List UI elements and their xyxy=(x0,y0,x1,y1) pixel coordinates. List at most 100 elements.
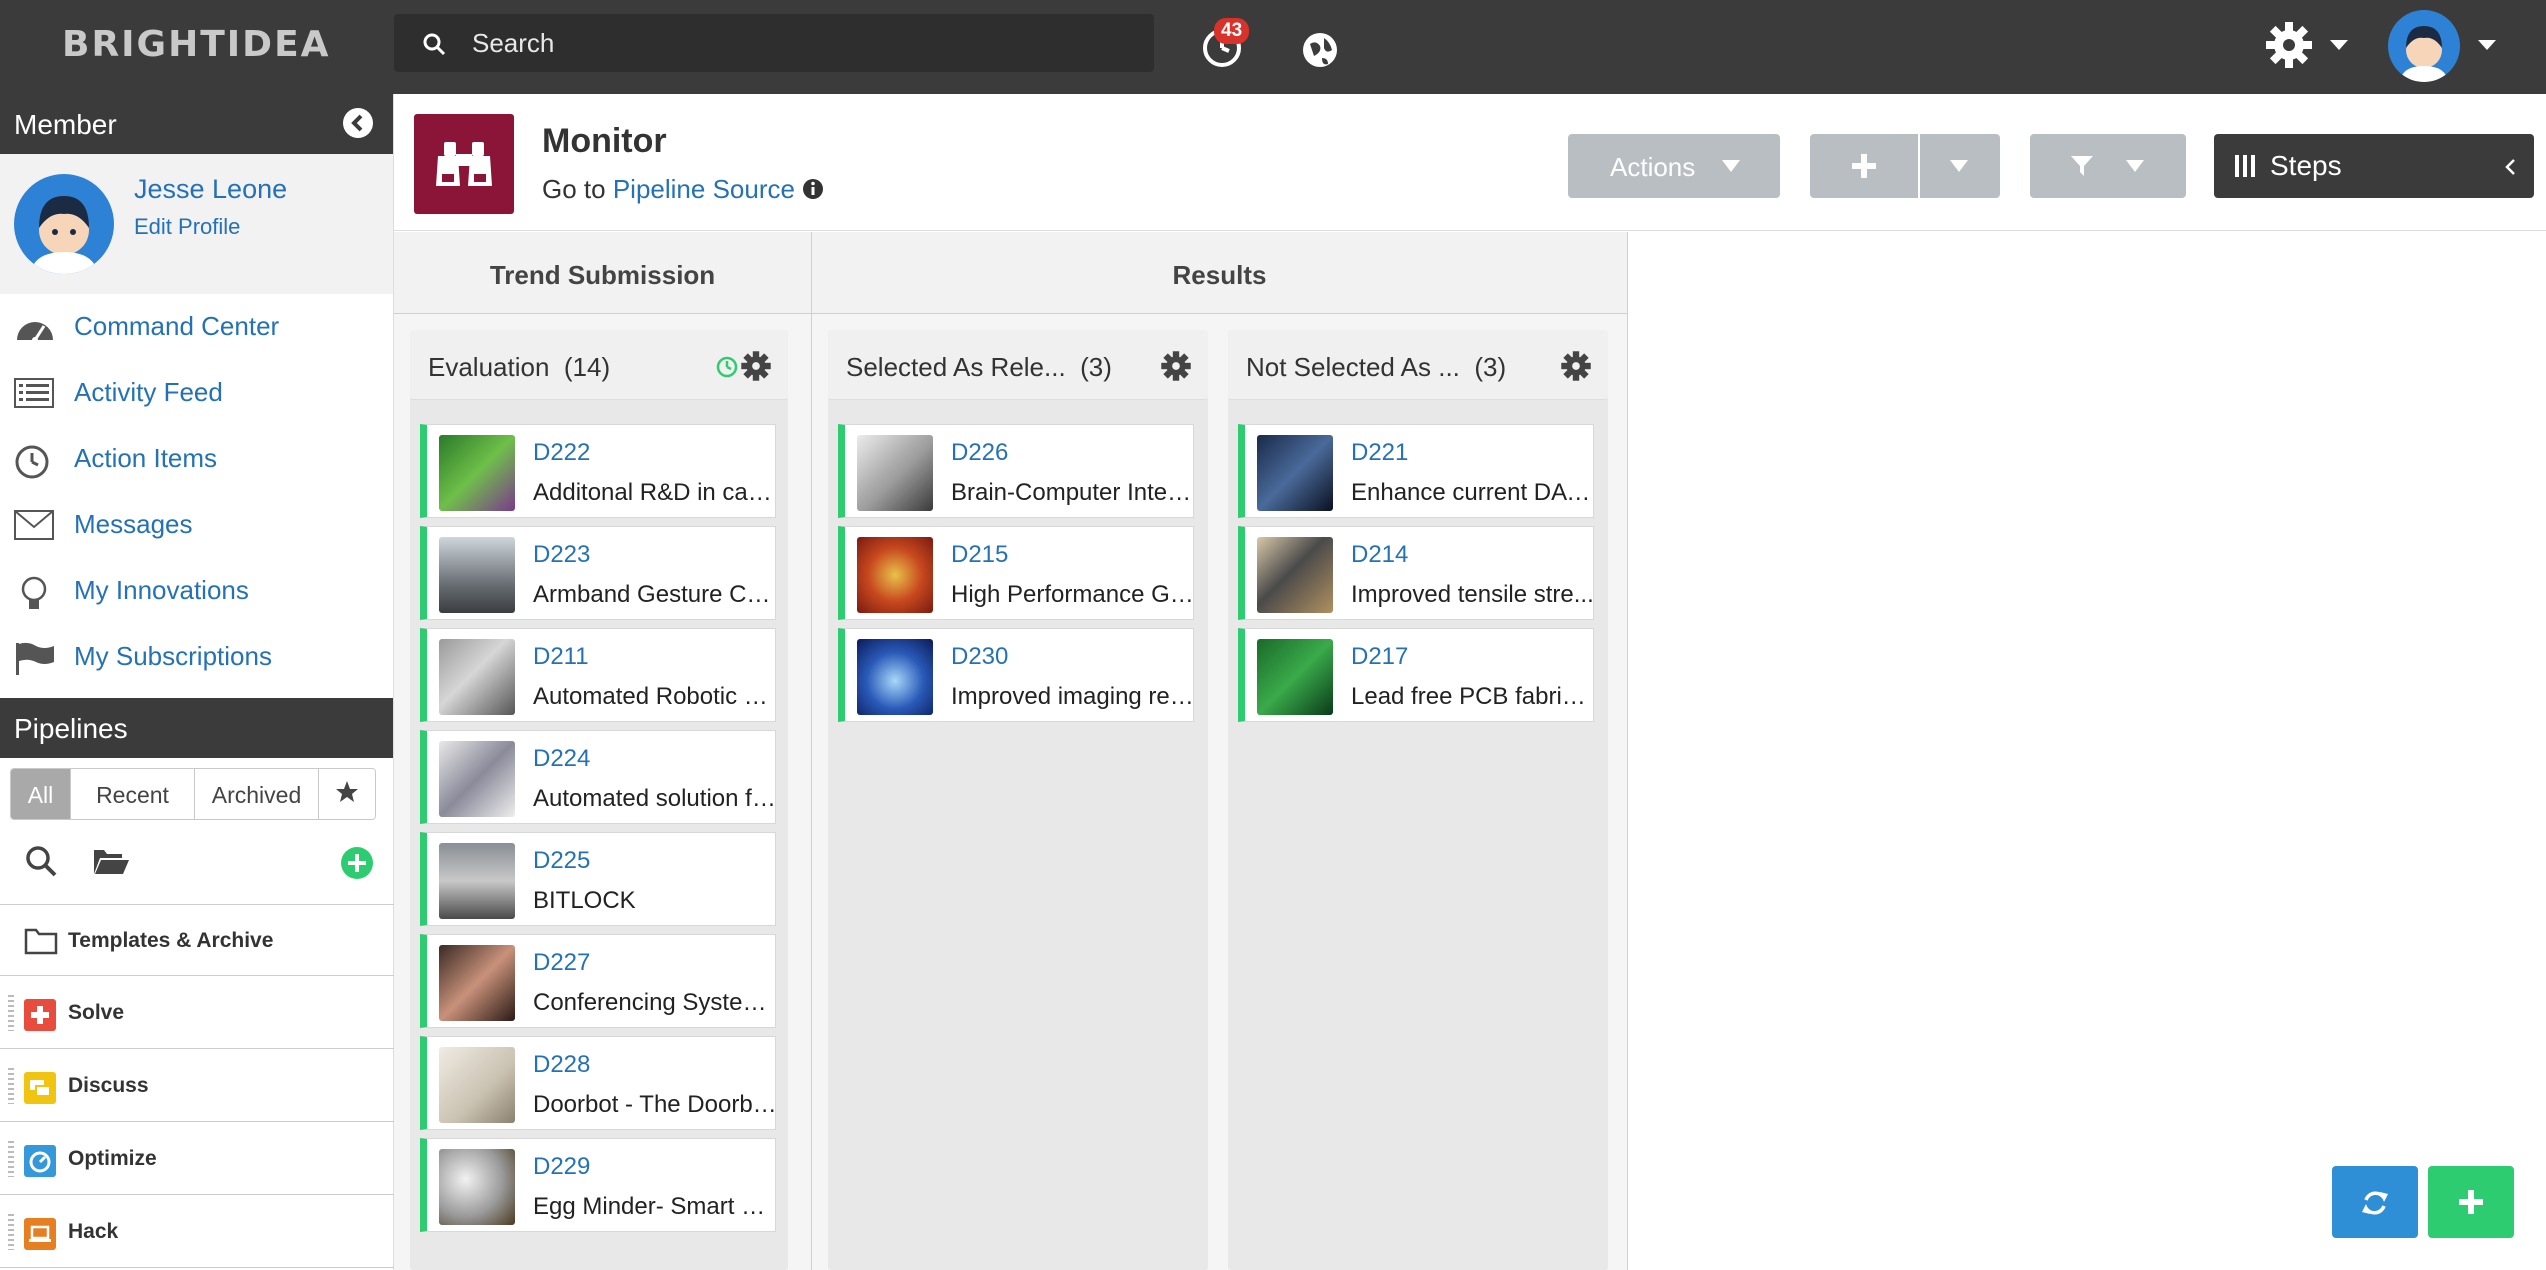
idea-thumbnail xyxy=(439,741,515,817)
sidebar-item-label: Command Center xyxy=(74,311,280,341)
filter-button[interactable] xyxy=(2030,134,2186,198)
pipeline-source-link[interactable]: Pipeline Source xyxy=(613,174,795,204)
sidebar-item-label: Action Items xyxy=(74,443,218,473)
pipeline-tools xyxy=(0,830,394,900)
info-icon[interactable] xyxy=(802,178,824,200)
idea-thumbnail xyxy=(439,537,515,613)
sidebar-item-action-items[interactable]: Action Items xyxy=(0,426,393,492)
idea-card[interactable]: D227 Conferencing System ... xyxy=(420,934,777,1028)
idea-id-link[interactable]: D221 xyxy=(1351,439,1408,467)
top-bar: BRIGHTIDEA 43 xyxy=(0,0,2546,94)
collapse-sidebar-icon[interactable] xyxy=(343,108,373,138)
templates-archive-row[interactable]: Templates & Archive xyxy=(0,904,394,976)
filter-tab-all[interactable]: All xyxy=(11,769,71,819)
drag-handle[interactable] xyxy=(8,995,14,1031)
add-dropdown-button[interactable] xyxy=(1920,134,2000,198)
idea-id-link[interactable]: D227 xyxy=(533,949,590,977)
idea-id-link[interactable]: D222 xyxy=(533,439,590,467)
edit-profile-link[interactable]: Edit Profile xyxy=(134,214,240,240)
sidebar-item-label: My Subscriptions xyxy=(74,641,272,671)
settings-dropdown-icon[interactable] xyxy=(2330,40,2348,50)
search-input[interactable] xyxy=(472,24,1132,62)
page-title: Monitor xyxy=(542,122,667,160)
idea-id-link[interactable]: D228 xyxy=(533,1051,590,1079)
drag-handle[interactable] xyxy=(8,1214,14,1250)
sidebar-item-my-innovations[interactable]: My Innovations xyxy=(0,558,393,624)
column-settings-gear-icon[interactable] xyxy=(740,350,772,382)
drag-handle[interactable] xyxy=(8,1141,14,1177)
idea-id-link[interactable]: D223 xyxy=(533,541,590,569)
idea-card[interactable]: D223 Armband Gesture Con... xyxy=(420,526,777,620)
sidebar-item-command-center[interactable]: Command Center xyxy=(0,294,393,360)
globe-icon[interactable] xyxy=(1300,30,1340,70)
search-box[interactable] xyxy=(394,14,1154,72)
steps-button[interactable]: Steps xyxy=(2214,134,2534,198)
drag-handle[interactable] xyxy=(8,1068,14,1104)
add-button[interactable] xyxy=(1810,134,1918,198)
idea-id-link[interactable]: D229 xyxy=(533,1153,590,1181)
sidebar-item-activity-feed[interactable]: Activity Feed xyxy=(0,360,393,426)
pipeline-item-optimize[interactable]: Optimize xyxy=(0,1123,394,1195)
flag-icon xyxy=(16,642,54,675)
column-settings-gear-icon[interactable] xyxy=(1160,350,1192,382)
plus-icon xyxy=(1852,154,1876,178)
idea-title: Improved imaging res... xyxy=(951,683,1195,710)
idea-card[interactable]: D221 Enhance current DAW... xyxy=(1238,424,1595,518)
member-avatar[interactable] xyxy=(14,174,114,274)
add-item-button[interactable] xyxy=(2428,1166,2514,1238)
add-pipeline-icon[interactable] xyxy=(340,846,374,880)
pipeline-item-discuss[interactable]: Discuss xyxy=(0,1050,394,1122)
idea-card[interactable]: D225 BITLOCK xyxy=(420,832,776,926)
refresh-icon xyxy=(2362,1191,2388,1215)
settings-gear-icon[interactable] xyxy=(2264,20,2314,70)
idea-card[interactable]: D224 Automated solution fo... xyxy=(420,730,777,824)
idea-id-link[interactable]: D215 xyxy=(951,541,1008,569)
idea-card[interactable]: D211 Automated Robotic W... xyxy=(420,628,777,722)
column-not-selected-as-relevant: Not Selected As ... (3) D221 Enhance curr… xyxy=(1228,330,1608,1270)
idea-card[interactable]: D229 Egg Minder- Smart Eg... xyxy=(420,1138,777,1232)
idea-card[interactable]: D230 Improved imaging res... xyxy=(838,628,1195,722)
actions-button[interactable]: Actions xyxy=(1568,134,1780,198)
caret-down-icon xyxy=(1722,160,1740,172)
idea-id-link[interactable]: D214 xyxy=(1351,541,1408,569)
caret-down-icon xyxy=(2126,160,2144,172)
idea-id-link[interactable]: D224 xyxy=(533,745,590,773)
brightidea-logo[interactable]: BRIGHTIDEA xyxy=(62,24,331,65)
stage-trend-submission: Trend Submission xyxy=(394,232,812,314)
idea-card[interactable]: D226 Brain-Computer Interf... xyxy=(838,424,1195,518)
folder-icon xyxy=(24,928,58,955)
user-avatar-top[interactable] xyxy=(2388,10,2460,82)
filter-tab-starred[interactable] xyxy=(319,769,375,819)
idea-thumbnail xyxy=(857,537,933,613)
user-dropdown-icon[interactable] xyxy=(2478,40,2496,50)
column-settings-gear-icon[interactable] xyxy=(1560,350,1592,382)
idea-title: Armband Gesture Con... xyxy=(533,581,777,608)
sidebar-item-my-subscriptions[interactable]: My Subscriptions xyxy=(0,624,393,690)
idea-card[interactable]: D215 High Performance GP... xyxy=(838,526,1195,620)
member-name-link[interactable]: Jesse Leone xyxy=(134,174,287,205)
pipeline-item-hack[interactable]: Hack xyxy=(0,1196,394,1268)
idea-id-link[interactable]: D211 xyxy=(533,643,589,671)
filter-tab-archived[interactable]: Archived xyxy=(195,769,319,819)
idea-card[interactable]: D214 Improved tensile stre... xyxy=(1238,526,1594,620)
folder-open-icon[interactable] xyxy=(92,846,130,876)
idea-title: BITLOCK xyxy=(533,887,636,914)
idea-card[interactable]: D217 Lead free PCB fabricat... xyxy=(1238,628,1595,722)
search-icon[interactable] xyxy=(24,844,58,878)
idea-id-link[interactable]: D226 xyxy=(951,439,1008,467)
sidebar-item-messages[interactable]: Messages xyxy=(0,492,393,558)
idea-card[interactable]: D228 Doorbot - The Doorbe... xyxy=(420,1036,777,1130)
pipeline-label: Optimize xyxy=(68,1147,157,1170)
idea-card[interactable]: D222 Additonal R&D in carb... xyxy=(420,424,777,518)
idea-id-link[interactable]: D217 xyxy=(1351,643,1408,671)
idea-id-link[interactable]: D225 xyxy=(533,847,590,875)
pipeline-item-solve[interactable]: Solve xyxy=(0,977,394,1049)
idea-thumbnail xyxy=(439,435,515,511)
refresh-button[interactable] xyxy=(2332,1166,2418,1238)
idea-id-link[interactable]: D230 xyxy=(951,643,1008,671)
lightbulb-icon xyxy=(21,576,47,609)
chat-icon xyxy=(24,1072,56,1104)
filter-tab-recent[interactable]: Recent xyxy=(71,769,195,819)
clock-status-icon[interactable] xyxy=(716,356,738,378)
column-header: Not Selected As ... (3) xyxy=(1228,330,1608,400)
